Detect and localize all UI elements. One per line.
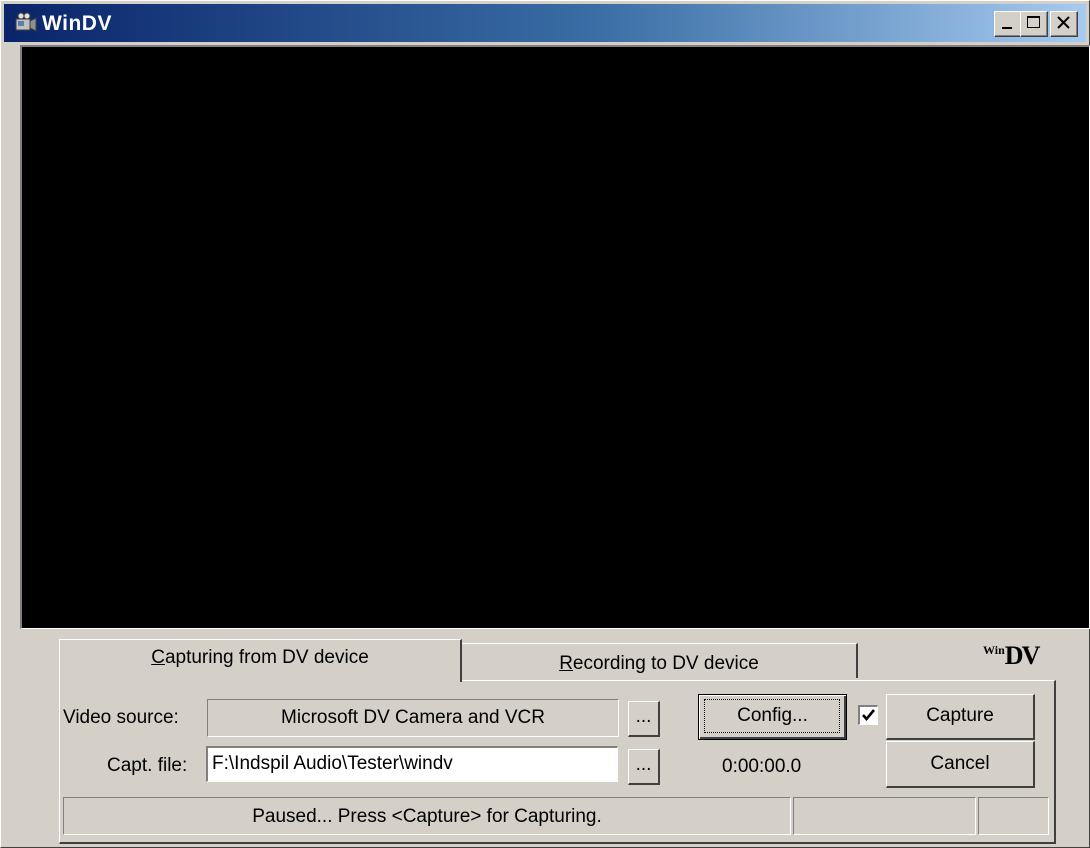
capt-file-label: Capt. file: [107,755,188,776]
logo-win: Win [983,643,1005,657]
windv-window: WinDV Capturing from DV device Recording… [0,0,1090,848]
status-cell-2 [793,797,976,835]
maximize-icon [1027,16,1040,28]
video-source-field: Microsoft DV Camera and VCR [207,699,619,737]
maximize-button[interactable] [1020,11,1048,37]
video-source-browse-button[interactable]: ... [628,701,660,737]
capture-button[interactable]: Capture [886,694,1035,740]
capture-checkbox[interactable] [858,705,878,725]
config-button[interactable]: Config... [698,694,847,740]
video-source-label: Video source: [63,707,179,728]
window-title: WinDV [42,12,112,35]
focus-rectangle [704,699,840,733]
capt-file-input[interactable]: F:\Indspil Audio\Tester\windv [206,746,618,782]
tab-capturing-mnemonic: C [151,647,165,668]
tab-capturing[interactable]: Capturing from DV device [59,639,462,682]
close-button[interactable] [1050,11,1078,37]
camcorder-icon[interactable] [14,12,38,34]
minimize-button[interactable] [994,11,1022,37]
checkmark-icon [862,709,875,722]
tab-recording-mnemonic: R [559,653,573,674]
windv-logo: WinDV [983,641,1041,671]
capt-file-browse-button[interactable]: ... [628,749,660,785]
video-preview [20,45,1090,629]
title-bar[interactable]: WinDV [4,4,1086,42]
cancel-button[interactable]: Cancel [886,741,1035,788]
status-message: Paused... Press <Capture> for Capturing. [63,797,791,835]
logo-dv: DV [1004,641,1041,670]
tab-recording-label: ecording to DV device [572,653,759,674]
tab-capturing-label: apturing from DV device [164,647,369,668]
minimize-icon [1002,27,1012,29]
tab-recording[interactable]: Recording to DV device [462,643,858,678]
status-cell-3 [978,797,1049,835]
capture-time: 0:00:00.0 [722,756,802,777]
close-icon [1057,16,1070,29]
